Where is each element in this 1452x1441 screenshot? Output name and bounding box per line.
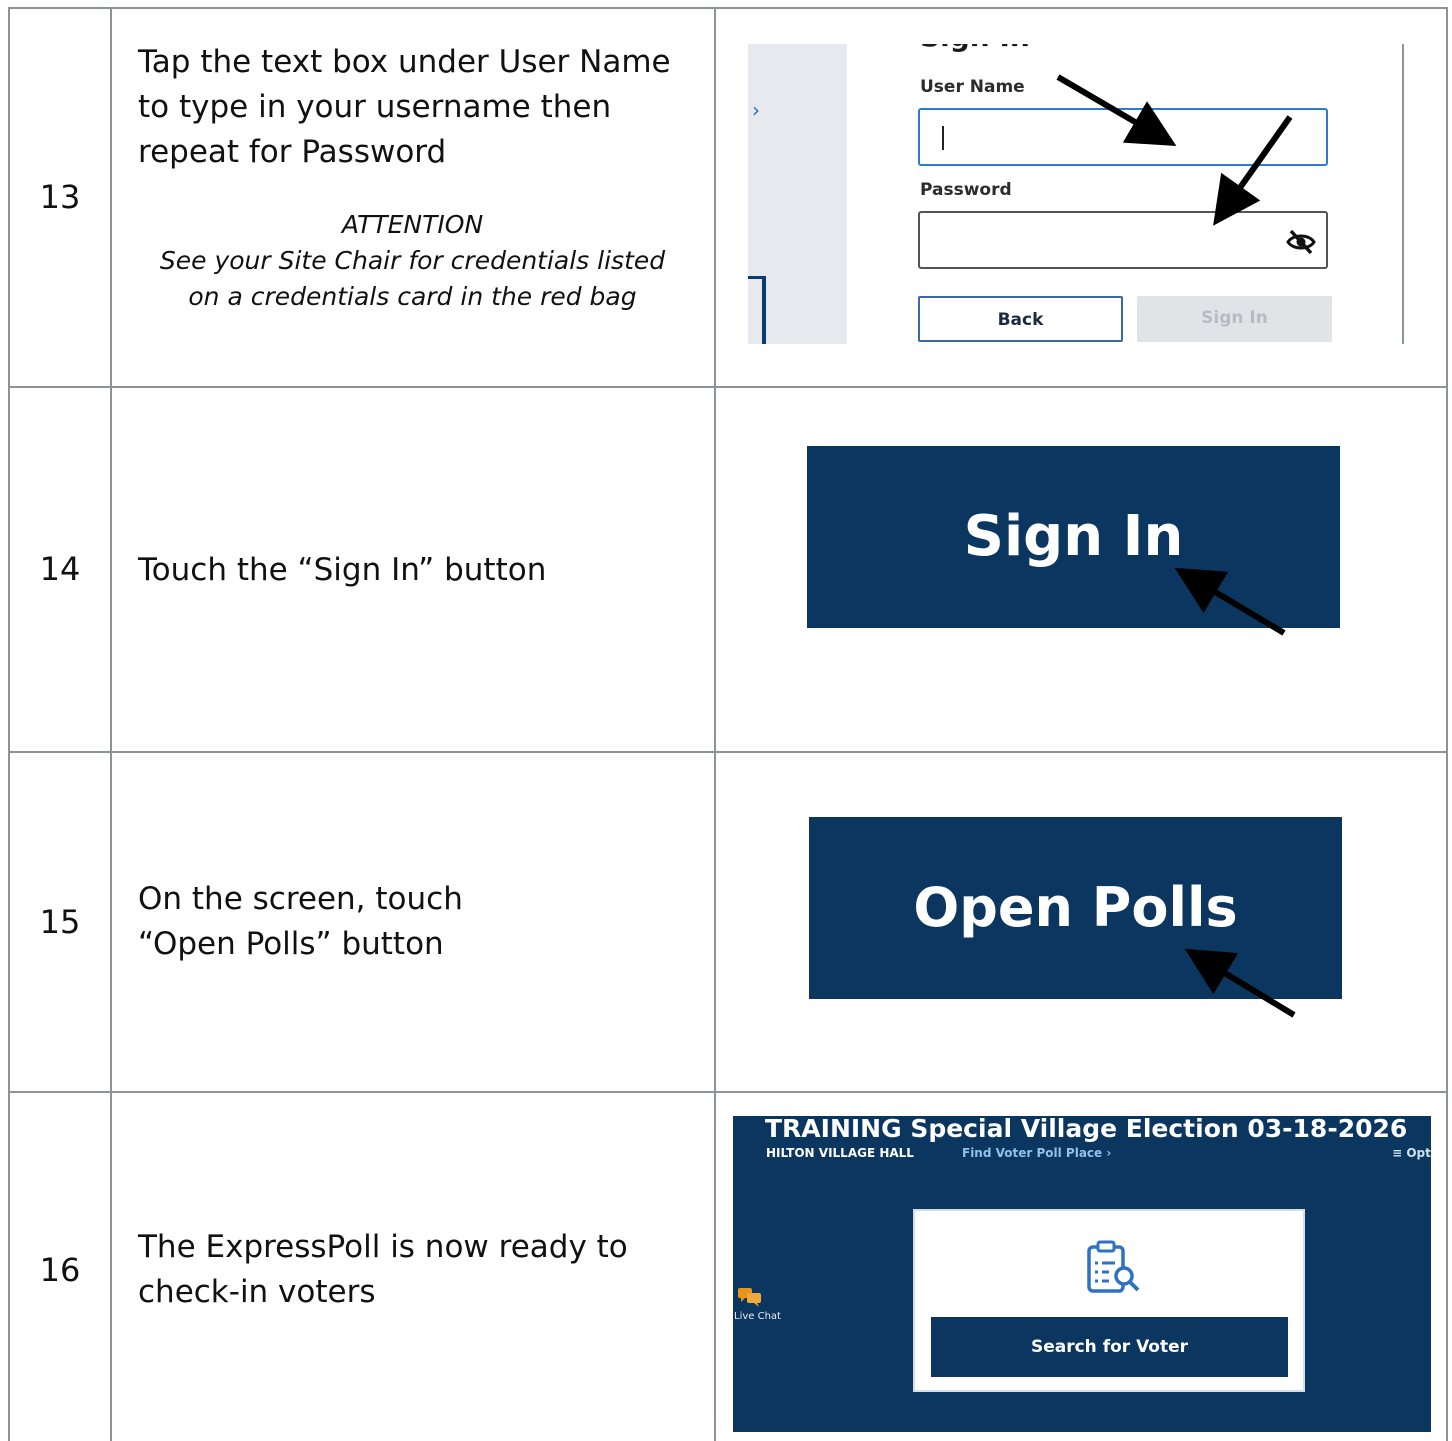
find-poll-place-link[interactable]: Find Voter Poll Place › bbox=[962, 1146, 1111, 1160]
user-name-field[interactable] bbox=[918, 108, 1328, 166]
screen-edge bbox=[1402, 44, 1404, 344]
live-chat-label: Live Chat bbox=[734, 1311, 781, 1322]
step-number: 13 bbox=[39, 178, 81, 216]
instruction-line: check-in voters bbox=[138, 1274, 376, 1310]
instruction-line: Touch the “Sign In” button bbox=[138, 552, 547, 588]
instruction-line: to type in your username then bbox=[138, 89, 612, 125]
instruction-line: repeat for Password bbox=[138, 134, 447, 170]
password-field[interactable] bbox=[918, 211, 1328, 269]
back-button[interactable]: Back bbox=[918, 296, 1123, 342]
sign-in-button[interactable]: Sign In bbox=[807, 446, 1340, 628]
poll-location: HILTON VILLAGE HALL bbox=[766, 1146, 914, 1160]
text-caret bbox=[942, 126, 944, 150]
note-line: See your Site Chair for credentials list… bbox=[159, 246, 666, 275]
attention-note: ATTENTION See your Site Chair for creden… bbox=[140, 207, 685, 315]
password-label: Password bbox=[920, 180, 1012, 200]
step-number: 15 bbox=[39, 903, 81, 941]
note-line: on a credentials card in the red bag bbox=[188, 282, 637, 311]
instruction-line: “Open Polls” button bbox=[138, 926, 444, 962]
panel-frame bbox=[748, 276, 766, 344]
eye-slash-icon[interactable] bbox=[1286, 229, 1316, 259]
expresspoll-home-screenshot: TRAINING Special Village Election 03-18-… bbox=[733, 1116, 1431, 1432]
attention-heading: ATTENTION bbox=[341, 210, 484, 239]
search-for-voter-button[interactable]: Search for Voter bbox=[931, 1317, 1288, 1377]
voter-search-card: Search for Voter bbox=[913, 1209, 1305, 1392]
options-menu[interactable]: ≡ Opti bbox=[1392, 1146, 1431, 1160]
column-divider bbox=[110, 8, 112, 1441]
column-divider bbox=[714, 8, 716, 1441]
step-instruction: Touch the “Sign In” button bbox=[138, 548, 708, 593]
step-instruction: On the screen, touch “Open Polls” button bbox=[138, 877, 708, 967]
row-divider bbox=[8, 751, 1448, 753]
chevron-right-icon: › bbox=[752, 98, 760, 122]
sign-in-button-disabled[interactable]: Sign In bbox=[1137, 296, 1332, 342]
step-number: 16 bbox=[39, 1251, 81, 1289]
instruction-line: Tap the text box under User Name bbox=[138, 44, 671, 80]
step-instruction: The ExpressPoll is now ready to check-in… bbox=[138, 1225, 708, 1315]
user-name-label: User Name bbox=[920, 77, 1025, 97]
chat-bubbles-icon[interactable] bbox=[737, 1286, 763, 1312]
sign-in-screenshot: › Sign In User Name Password Back Sign I… bbox=[748, 44, 1404, 344]
open-polls-button[interactable]: Open Polls bbox=[809, 817, 1342, 999]
row-divider bbox=[8, 386, 1448, 388]
table-border-right bbox=[1446, 8, 1448, 1441]
sign-in-title: Sign In bbox=[920, 44, 1030, 53]
instruction-line: The ExpressPoll is now ready to bbox=[138, 1229, 628, 1265]
side-panel: › bbox=[748, 44, 847, 344]
step-number: 14 bbox=[39, 550, 81, 588]
instruction-line: On the screen, touch bbox=[138, 881, 463, 917]
clipboard-search-icon bbox=[1085, 1239, 1143, 1299]
row-divider bbox=[8, 1091, 1448, 1093]
election-title: TRAINING Special Village Election 03-18-… bbox=[765, 1116, 1408, 1143]
table-border-top bbox=[8, 7, 1448, 9]
step-instruction: Tap the text box under User Name to type… bbox=[138, 40, 708, 175]
table-border-left bbox=[8, 8, 10, 1441]
